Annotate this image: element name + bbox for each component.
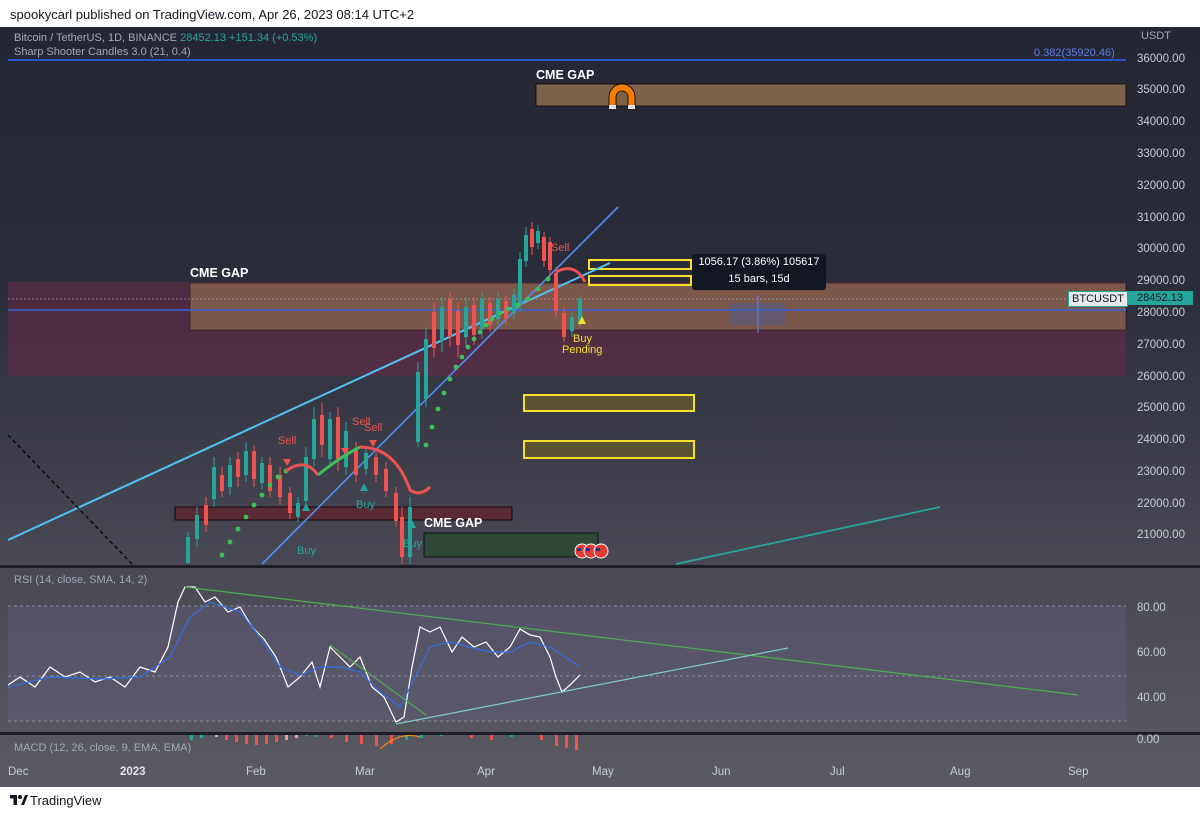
sell-label-1: Sell xyxy=(278,435,297,447)
tradingview-logo-icon[interactable] xyxy=(10,793,28,807)
highlight-box-3 xyxy=(523,394,695,412)
price-tick: 36000.00 xyxy=(1137,53,1185,65)
cme-gap-label-low: CME GAP xyxy=(424,516,483,530)
pane-separator-macd[interactable] xyxy=(0,732,1200,735)
time-tick: Feb xyxy=(246,766,266,778)
rsi-tick: 60.00 xyxy=(1137,647,1166,659)
tooltip-line-2: 15 bars, 15d xyxy=(728,273,790,285)
publisher-text: spookycarl published on TradingView.com,… xyxy=(10,7,415,22)
price-tick: 23000.00 xyxy=(1137,466,1185,478)
price-tick: 29000.00 xyxy=(1137,275,1185,287)
highlight-box-4 xyxy=(523,440,695,459)
highlight-box-1 xyxy=(588,259,692,270)
trendline-green xyxy=(675,506,941,565)
sell-label-3: Sell xyxy=(364,422,383,434)
cme-gap-zone-low xyxy=(423,532,599,558)
symbol-name: Bitcoin / TetherUS, 1D, BINANCE xyxy=(14,32,178,44)
price-tick: 25000.00 xyxy=(1137,402,1185,414)
price-tick: 24000.00 xyxy=(1137,434,1185,446)
price-tick: 27000.00 xyxy=(1137,339,1185,351)
price-change: +151.34 (+0.53%) xyxy=(229,32,318,44)
cme-gap-label-top: CME GAP xyxy=(536,68,595,82)
time-tick: Dec xyxy=(8,766,29,778)
currency-label: USDT xyxy=(1141,30,1171,42)
price-tick: 32000.00 xyxy=(1137,180,1185,192)
time-tick: May xyxy=(592,766,614,778)
buy-label-3: Buy xyxy=(403,538,422,550)
price-tick: 33000.00 xyxy=(1137,148,1185,160)
macd-tick: 0.00 xyxy=(1137,734,1160,746)
tradingview-brand[interactable]: TradingView xyxy=(30,793,102,808)
rsi-label[interactable]: RSI (14, close, SMA, 14, 2) xyxy=(14,574,147,586)
sell-label-4: Sell xyxy=(551,242,570,254)
red-arc-2 xyxy=(359,445,432,495)
rsi-band xyxy=(8,606,1126,721)
time-tick: Jul xyxy=(830,766,845,778)
price-tick: 34000.00 xyxy=(1137,116,1185,128)
fib-label: 0.382(35920.46) xyxy=(1034,47,1115,59)
footer-bar: TradingView xyxy=(0,787,1200,814)
red-arc-3 xyxy=(555,267,587,283)
rsi-tick: 40.00 xyxy=(1137,692,1166,704)
time-tick: Jun xyxy=(712,766,731,778)
sell-marker-3 xyxy=(369,440,377,447)
time-tick: Aug xyxy=(950,766,971,778)
rsi-tick: 80.00 xyxy=(1137,602,1166,614)
time-tick: Sep xyxy=(1068,766,1089,778)
price-tick: 21000.00 xyxy=(1137,529,1185,541)
macd-label[interactable]: MACD (12, 26, close, 9, EMA, EMA) xyxy=(14,742,191,754)
price-tick: 22000.00 xyxy=(1137,498,1185,510)
buy-pending-label-2: Pending xyxy=(562,344,603,356)
publisher-bar: spookycarl published on TradingView.com,… xyxy=(0,0,1200,27)
trendline-dashed xyxy=(7,434,133,565)
ticker-tag[interactable]: BTCUSDT xyxy=(1068,291,1128,307)
symbol-info: Bitcoin / TetherUS, 1D, BINANCE 28452.13… xyxy=(14,32,317,44)
measure-tooltip: 1056.17 (3.86%) 105617 15 bars, 15d xyxy=(692,254,826,290)
time-tick: Apr xyxy=(477,766,495,778)
price-tick: 28000.00 xyxy=(1137,307,1185,319)
time-tick: 2023 xyxy=(120,766,146,778)
indicator-label[interactable]: Sharp Shooter Candles 3.0 (21, 0.4) xyxy=(14,46,191,58)
buy-marker-2 xyxy=(360,483,368,491)
last-price: 28452.13 xyxy=(180,32,226,44)
price-tick: 26000.00 xyxy=(1137,371,1185,383)
sell-marker-1 xyxy=(283,459,291,466)
time-tick: Mar xyxy=(355,766,375,778)
price-tick: 31000.00 xyxy=(1137,212,1185,224)
buy-label-2: Buy xyxy=(356,499,375,511)
chart-area[interactable]: Bitcoin / TetherUS, 1D, BINANCE 28452.13… xyxy=(0,27,1200,787)
price-tag: 28452.13 xyxy=(1127,291,1193,305)
price-tick: 35000.00 xyxy=(1137,84,1185,96)
red-arc-1 xyxy=(285,463,320,476)
chart-canvas[interactable] xyxy=(0,27,1200,787)
flag-icon xyxy=(574,543,609,559)
cme-gap-zone-mid xyxy=(189,282,1127,331)
pane-separator-rsi[interactable] xyxy=(0,565,1200,568)
cme-gap-label-mid: CME GAP xyxy=(190,266,249,280)
price-tick: 30000.00 xyxy=(1137,243,1185,255)
tooltip-line-1: 1056.17 (3.86%) 105617 xyxy=(698,256,820,268)
buy-label-1: Buy xyxy=(297,545,316,557)
